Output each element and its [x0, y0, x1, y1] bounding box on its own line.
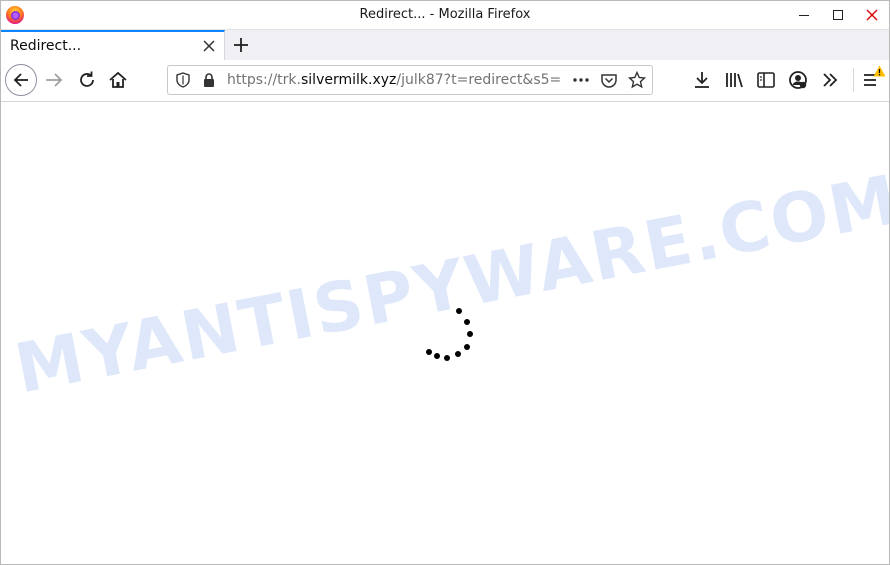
library-icon[interactable] — [723, 69, 745, 91]
tracking-protection-shield-icon[interactable] — [175, 72, 191, 88]
reload-icon[interactable] — [76, 69, 98, 91]
close-window-button[interactable] — [855, 1, 889, 29]
title-bar: Redirect... - Mozilla Firefox — [1, 1, 889, 29]
back-arrow-icon — [13, 73, 28, 87]
new-tab-plus-icon[interactable] — [231, 35, 251, 55]
window-controls — [787, 1, 889, 29]
loading-spinner-icon — [417, 300, 481, 364]
padlock-icon[interactable] — [201, 72, 217, 88]
toolbar-divider — [853, 68, 854, 92]
tab-redirect[interactable]: Redirect... — [1, 30, 225, 60]
navigation-toolbar: https://trk.silvermilk.xyz/julk87?t=redi… — [1, 60, 889, 102]
overflow-chevrons-icon[interactable] — [819, 69, 841, 91]
tab-label: Redirect... — [10, 38, 82, 54]
pocket-icon[interactable] — [600, 72, 618, 88]
minimize-icon — [799, 15, 809, 16]
sidebar-icon[interactable] — [755, 69, 777, 91]
page-content: MYANTISPYWARE.COM — [1, 102, 889, 564]
minimize-button[interactable] — [787, 1, 821, 29]
browser-window: Redirect... - Mozilla Firefox Redirect..… — [0, 0, 890, 565]
maximize-button[interactable] — [821, 1, 855, 29]
url-text[interactable]: https://trk.silvermilk.xyz/julk87?t=redi… — [227, 72, 563, 88]
watermark-text: MYANTISPYWARE.COM — [9, 160, 889, 410]
account-user-icon[interactable] — [787, 69, 809, 91]
tab-strip: Redirect... — [1, 29, 889, 60]
downloads-icon[interactable] — [691, 69, 713, 91]
url-bar[interactable]: https://trk.silvermilk.xyz/julk87?t=redi… — [167, 65, 653, 95]
window-title: Redirect... - Mozilla Firefox — [359, 7, 531, 22]
close-icon — [866, 9, 878, 21]
page-actions-ellipsis-icon[interactable] — [572, 72, 590, 88]
bookmark-star-icon[interactable] — [628, 71, 646, 89]
update-warning-icon — [873, 65, 886, 77]
back-button[interactable] — [5, 64, 37, 96]
home-icon[interactable] — [107, 69, 129, 91]
tab-close-icon[interactable] — [202, 39, 216, 53]
maximize-icon — [833, 10, 843, 20]
forward-arrow-icon[interactable] — [43, 69, 65, 91]
